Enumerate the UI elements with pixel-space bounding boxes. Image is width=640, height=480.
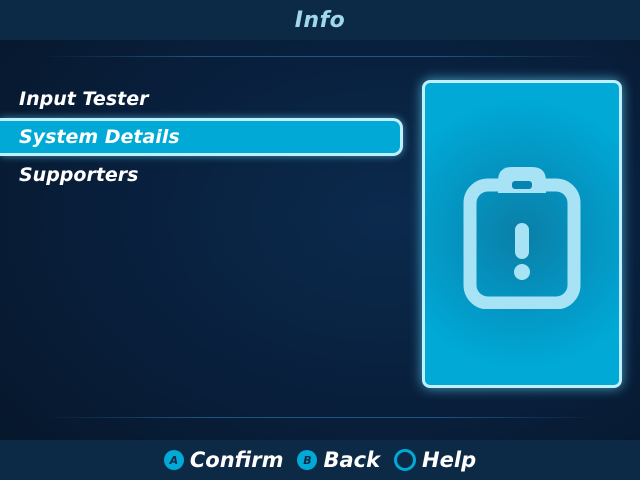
clipboard-alert-icon xyxy=(463,167,581,309)
preview-panel xyxy=(422,80,622,388)
a-button-icon: A xyxy=(163,450,184,470)
hint-help-label: Help xyxy=(422,448,477,472)
menu-item-supporters[interactable]: Supporters xyxy=(0,156,404,194)
hint-confirm[interactable]: A Confirm xyxy=(163,448,284,472)
hint-help[interactable]: Help xyxy=(394,448,476,472)
bottom-divider xyxy=(40,417,600,418)
info-menu: Input Tester System Details Supporters xyxy=(0,80,404,194)
menu-item-input-tester[interactable]: Input Tester xyxy=(0,80,404,118)
hint-back[interactable]: B Back xyxy=(297,448,380,472)
b-button-icon: B xyxy=(297,450,318,470)
ring-button-icon xyxy=(394,449,417,471)
hint-back-label: Back xyxy=(323,448,381,472)
menu-item-system-details[interactable]: System Details xyxy=(0,118,403,156)
page-title: Info xyxy=(294,7,346,33)
hint-confirm-label: Confirm xyxy=(189,448,284,472)
header-bar: Info xyxy=(0,0,640,40)
top-divider xyxy=(40,56,600,57)
screen: Info Input Tester System Details Support… xyxy=(0,0,640,480)
footer-bar: A Confirm B Back Help xyxy=(0,440,640,480)
